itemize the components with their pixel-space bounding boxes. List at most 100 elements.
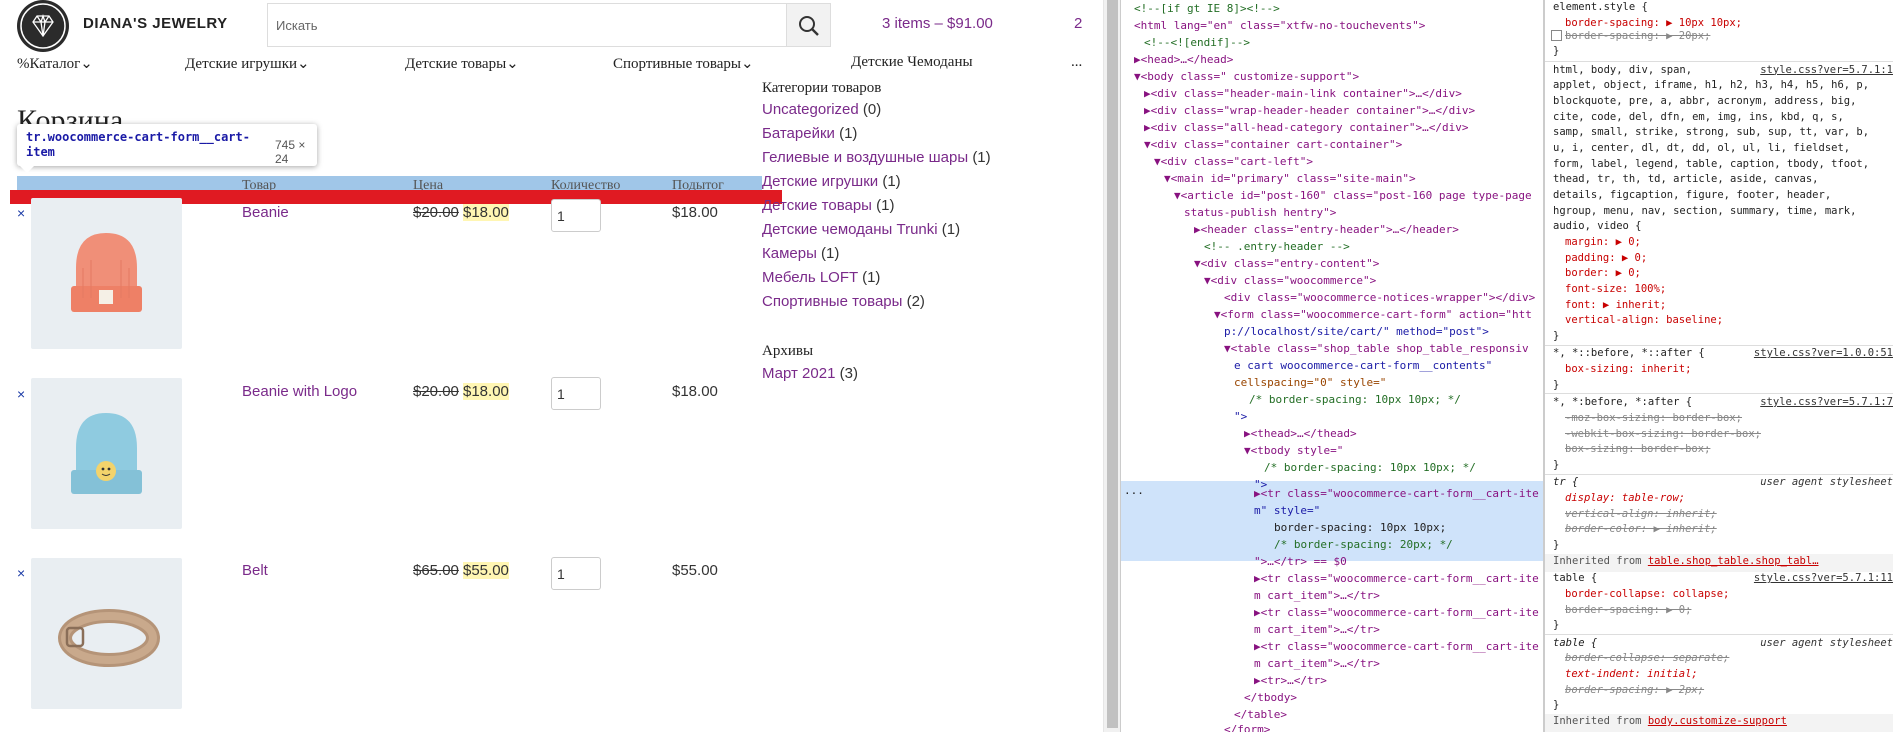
dom-node-line[interactable]: /* border-spacing: 10px 10px; */ <box>1264 459 1476 476</box>
style-property[interactable]: vertical-align: inherit; <box>1565 507 1717 523</box>
dom-node-line[interactable]: ▼<div class="cart-left"> <box>1154 153 1313 170</box>
style-property[interactable]: border-collapse: separate; <box>1565 651 1729 667</box>
dom-node-line[interactable]: <div class="woocommerce-notices-wrapper"… <box>1224 289 1535 306</box>
nav-item-catalog[interactable]: %Каталог⌄ <box>17 54 93 73</box>
dom-node-line[interactable]: <html lang="en" class="xtfw-no-toucheven… <box>1134 17 1425 34</box>
style-property[interactable]: margin: ▶ 0; <box>1565 235 1641 251</box>
archive-link[interactable]: Март 2021 <box>762 365 835 382</box>
dom-node-line[interactable]: ▶<div class="header-main-link container"… <box>1144 85 1462 102</box>
dom-node-line[interactable]: ▶<head>…</head> <box>1134 51 1233 68</box>
dom-node-line[interactable]: <!-- .entry-header --> <box>1204 238 1350 255</box>
cart-summary-link[interactable]: 3 items – $91.00 <box>882 15 993 32</box>
category-link[interactable]: Детские чемоданы Trunki <box>762 221 938 238</box>
style-property[interactable]: box-sizing: border-box; <box>1565 442 1710 458</box>
category-link[interactable]: Мебель LOFT <box>762 269 858 286</box>
style-rule-selector[interactable]: *, *:before, *:after { <box>1553 395 1692 411</box>
product-name-link[interactable]: Belt <box>242 562 268 579</box>
nav-item-kids-toys[interactable]: Детские игрушки⌄ <box>185 54 310 73</box>
dom-node-line[interactable]: ▶<tr>…</tr> <box>1254 672 1327 689</box>
style-rule-selector[interactable]: html, body, div, span, <box>1553 63 1692 79</box>
style-property[interactable]: border-spacing: ▶ 20px; <box>1565 29 1710 45</box>
diamond-logo-icon[interactable] <box>17 0 69 52</box>
dom-node-line[interactable]: ▼<main id="primary" class="site-main"> <box>1164 170 1416 187</box>
property-checkbox[interactable] <box>1551 30 1562 42</box>
dom-node-line[interactable]: <!--<![endif]--> <box>1144 34 1250 51</box>
style-property[interactable]: -moz-box-sizing: border-box; <box>1565 411 1742 427</box>
inherited-element-link[interactable]: body.customize-support <box>1648 715 1787 727</box>
dom-node-line[interactable]: ▼<div class="woocommerce"> <box>1204 272 1376 289</box>
dom-node-line[interactable]: "> <box>1234 408 1247 425</box>
dom-node-line[interactable]: ▼<form class="woocommerce-cart-form" act… <box>1214 306 1532 323</box>
dom-node-line[interactable]: ▶<tr class="woocommerce-cart-form__cart-… <box>1254 570 1539 587</box>
dom-node-line-selected[interactable]: /* border-spacing: 20px; */ <box>1274 536 1453 553</box>
dom-node-line[interactable]: status-publish hentry"> <box>1184 204 1336 221</box>
product-thumbnail[interactable] <box>31 378 182 529</box>
style-property[interactable]: display: table-row; <box>1565 491 1685 507</box>
dom-node-line-selected[interactable]: ▶<tr class="woocommerce-cart-form__cart-… <box>1254 485 1539 502</box>
dom-node-line[interactable]: cellspacing="0" style=" <box>1234 374 1386 391</box>
stylesheet-source-link[interactable]: style.css?ver=5.7.1:1 <box>1760 63 1893 79</box>
page-scrollbar[interactable] <box>1103 0 1120 732</box>
inherited-element-link[interactable]: table.shop_table.shop_tabl… <box>1648 555 1819 567</box>
remove-item-button[interactable]: × <box>17 386 25 402</box>
stylesheet-source-link[interactable]: style.css?ver=5.7.1:11 <box>1754 571 1893 587</box>
style-rule-selector[interactable]: element.style { <box>1553 0 1648 16</box>
nav-item-kids-goods[interactable]: Детские товары⌄ <box>405 54 519 73</box>
style-property[interactable]: border-spacing: ▶ 0; <box>1565 603 1691 619</box>
style-rule-selector[interactable]: tr { <box>1553 475 1578 491</box>
stylesheet-source-link[interactable]: style.css?ver=1.0.0:51 <box>1754 346 1893 362</box>
dom-node-line[interactable]: ▼<table class="shop_table shop_table_res… <box>1224 340 1529 357</box>
remove-item-button[interactable]: × <box>17 205 25 221</box>
quantity-input[interactable] <box>551 199 601 232</box>
style-property[interactable]: font: ▶ inherit; <box>1565 298 1666 314</box>
search-input[interactable] <box>268 4 788 46</box>
dom-node-line[interactable]: e cart woocommerce-cart-form__contents" <box>1234 357 1492 374</box>
remove-item-button[interactable]: × <box>17 565 25 581</box>
wishlist-count[interactable]: 2 <box>1074 15 1082 32</box>
nav-more[interactable]: ... <box>1071 54 1082 71</box>
dom-node-line[interactable]: ▼<div class="container cart-container"> <box>1144 136 1402 153</box>
style-property[interactable]: box-sizing: inherit; <box>1565 362 1691 378</box>
quantity-input[interactable] <box>551 557 601 590</box>
product-thumbnail[interactable] <box>31 558 182 709</box>
category-link[interactable]: Детские товары <box>762 197 872 214</box>
style-property[interactable]: -webkit-box-sizing: border-box; <box>1565 427 1761 443</box>
dom-node-line[interactable]: ▼<body class=" customize-support"> <box>1134 68 1359 85</box>
dom-node-line[interactable]: m cart_item">…</tr> <box>1254 587 1380 604</box>
dom-node-line[interactable]: </form> <box>1224 721 1270 732</box>
quantity-input[interactable] <box>551 377 601 410</box>
dom-node-line[interactable]: ▶<tr class="woocommerce-cart-form__cart-… <box>1254 638 1539 655</box>
style-property[interactable]: border-collapse: collapse; <box>1565 587 1729 603</box>
search-button[interactable] <box>787 3 831 47</box>
dom-node-line[interactable]: </tbody> <box>1244 689 1297 706</box>
dom-node-line[interactable]: ▶<div class="all-head-category container… <box>1144 119 1469 136</box>
style-property[interactable]: border-color: ▶ inherit; <box>1565 522 1717 538</box>
category-link[interactable]: Детские игрушки <box>762 173 878 190</box>
dom-node-line[interactable]: /* border-spacing: 10px 10px; */ <box>1249 391 1461 408</box>
category-link[interactable]: Uncategorized <box>762 101 859 118</box>
style-rule-selector[interactable]: table { <box>1553 571 1597 587</box>
product-thumbnail[interactable] <box>31 198 182 349</box>
nav-item-sports[interactable]: Спортивные товары⌄ <box>613 54 754 73</box>
dom-node-line[interactable]: m cart_item">…</tr> <box>1254 621 1380 638</box>
dom-node-line-selected[interactable]: m" style=" <box>1254 502 1320 519</box>
category-link[interactable]: Гелиевые и воздушные шары <box>762 149 968 166</box>
style-rule-selector[interactable]: *, *::before, *::after { <box>1553 346 1705 362</box>
dom-node-line[interactable]: ▼<article id="post-160" class="post-160 … <box>1174 187 1532 204</box>
category-link[interactable]: Камеры <box>762 245 817 262</box>
node-options-icon[interactable]: ··· <box>1124 485 1144 502</box>
dom-node-line[interactable]: ▼<div class="entry-content"> <box>1194 255 1379 272</box>
style-property[interactable]: border: ▶ 0; <box>1565 266 1641 282</box>
category-link[interactable]: Спортивные товары <box>762 293 902 310</box>
style-property[interactable]: font-size: 100%; <box>1565 282 1666 298</box>
style-property[interactable]: border-spacing: ▶ 2px; <box>1565 683 1704 699</box>
product-name-link[interactable]: Beanie with Logo <box>242 383 357 400</box>
style-property[interactable]: padding: ▶ 0; <box>1565 251 1647 267</box>
dom-node-line[interactable]: <!--[if gt IE 8]><!--> <box>1134 0 1280 17</box>
nav-item-kids-suitcases[interactable]: Детские Чемоданы <box>851 54 973 71</box>
dom-node-line[interactable]: m cart_item">…</tr> <box>1254 655 1380 672</box>
style-property[interactable]: vertical-align: baseline; <box>1565 313 1723 329</box>
dom-node-line-selected[interactable]: border-spacing: 10px 10px; <box>1274 519 1446 536</box>
site-title[interactable]: DIANA'S JEWELRY <box>83 15 228 32</box>
dom-node-line[interactable]: ▼<tbody style=" <box>1244 442 1343 459</box>
